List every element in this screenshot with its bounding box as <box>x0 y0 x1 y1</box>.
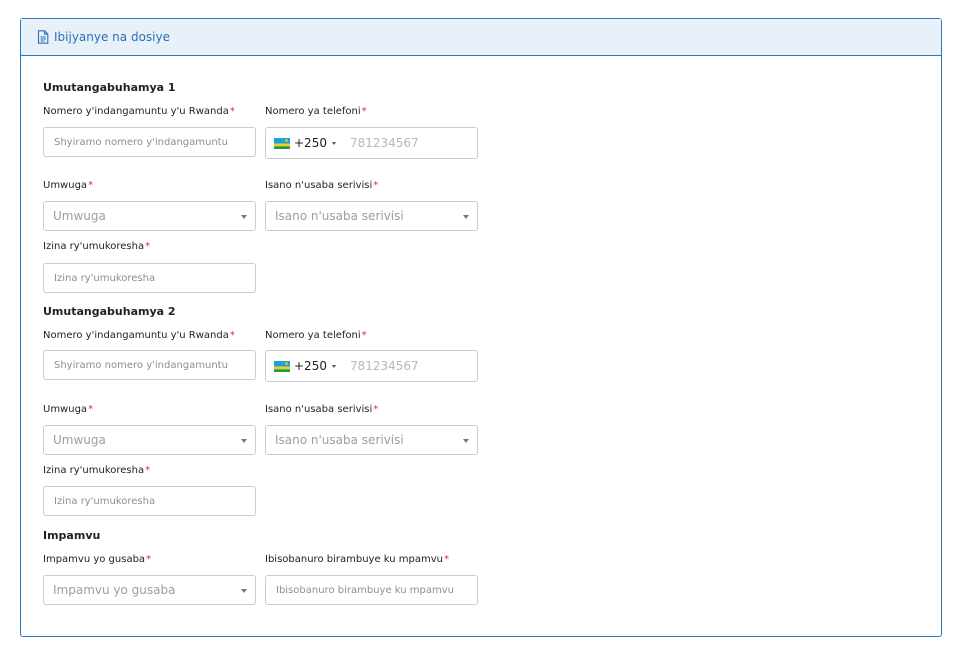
referee-2-title: Umutangabuhamya 2 <box>43 305 176 318</box>
referee-2-occupation-select[interactable]: Umwuga <box>43 425 256 455</box>
referee-1-occupation-placeholder: Umwuga <box>53 209 106 223</box>
referee-2-id-input[interactable]: Shyiramo nomero y'indangamuntu <box>43 350 256 380</box>
referee-2-phone-label: Nomero ya telefoni* <box>265 330 367 341</box>
document-icon <box>37 30 49 44</box>
referee-1-phone-placeholder: 781234567 <box>349 136 419 150</box>
referee-1-title: Umutangabuhamya 1 <box>43 81 176 94</box>
chevron-down-icon[interactable] <box>331 364 336 368</box>
referee-1-phone-label: Nomero ya telefoni* <box>265 106 367 117</box>
reason-label: Impamvu yo gusaba* <box>43 554 152 565</box>
referee-1-phone-code[interactable]: +250 <box>294 136 327 150</box>
referee-1-id-placeholder: Shyiramo nomero y'indangamuntu <box>54 136 228 148</box>
chevron-down-icon <box>241 215 247 219</box>
referee-2-employer-placeholder: Izina ry'umukoresha <box>54 495 156 507</box>
chevron-down-icon <box>463 439 469 443</box>
referee-1-id-label: Nomero y'indangamuntu y'u Rwanda* <box>43 106 235 117</box>
referee-2-employer-label: Izina ry'umukoresha* <box>43 465 151 476</box>
referee-2-id-placeholder: Shyiramo nomero y'indangamuntu <box>54 359 228 371</box>
referee-2-service-label: Isano n'usaba serivisi* <box>265 404 379 415</box>
referee-1-occupation-label: Umwuga* <box>43 180 94 191</box>
referee-1-occupation-select[interactable]: Umwuga <box>43 201 256 231</box>
chevron-down-icon <box>463 215 469 219</box>
reason-details-placeholder: Ibisobanuro birambuye ku mpamvu <box>276 584 454 596</box>
card-title: Ibijyanye na dosiye <box>54 30 170 44</box>
chevron-down-icon <box>241 589 247 593</box>
referee-1-employer-label: Izina ry'umukoresha* <box>43 241 151 252</box>
reason-title: Impamvu <box>43 529 101 542</box>
referee-2-service-select[interactable]: Isano n'usaba serivisi <box>265 425 478 455</box>
referee-2-occupation-placeholder: Umwuga <box>53 433 106 447</box>
referee-2-service-placeholder: Isano n'usaba serivisi <box>275 433 404 447</box>
referee-1-service-select[interactable]: Isano n'usaba serivisi <box>265 201 478 231</box>
referee-1-service-label: Isano n'usaba serivisi* <box>265 180 379 191</box>
referee-2-phone-code[interactable]: +250 <box>294 359 327 373</box>
referee-2-phone-placeholder: 781234567 <box>349 359 419 373</box>
reason-placeholder: Impamvu yo gusaba <box>53 583 176 597</box>
referee-1-service-placeholder: Isano n'usaba serivisi <box>275 209 404 223</box>
chevron-down-icon[interactable] <box>331 141 336 145</box>
card-header: Ibijyanye na dosiye <box>21 19 941 56</box>
referee-1-employer-placeholder: Izina ry'umukoresha <box>54 272 156 284</box>
rwanda-flag-icon[interactable] <box>274 137 290 149</box>
referee-1-employer-input[interactable]: Izina ry'umukoresha <box>43 263 256 293</box>
referee-2-phone-input[interactable]: +250 781234567 <box>265 350 478 382</box>
referee-2-occupation-label: Umwuga* <box>43 404 94 415</box>
reason-details-input[interactable]: Ibisobanuro birambuye ku mpamvu <box>265 575 478 605</box>
chevron-down-icon <box>241 439 247 443</box>
reason-select[interactable]: Impamvu yo gusaba <box>43 575 256 605</box>
rwanda-flag-icon[interactable] <box>274 360 290 372</box>
referee-1-phone-input[interactable]: +250 781234567 <box>265 127 478 159</box>
reason-details-label: Ibisobanuro birambuye ku mpamvu* <box>265 554 449 565</box>
file-details-card: Ibijyanye na dosiye Umutangabuhamya 1 No… <box>20 18 942 637</box>
referee-2-employer-input[interactable]: Izina ry'umukoresha <box>43 486 256 516</box>
referee-2-id-label: Nomero y'indangamuntu y'u Rwanda* <box>43 330 235 341</box>
referee-1-id-input[interactable]: Shyiramo nomero y'indangamuntu <box>43 127 256 157</box>
